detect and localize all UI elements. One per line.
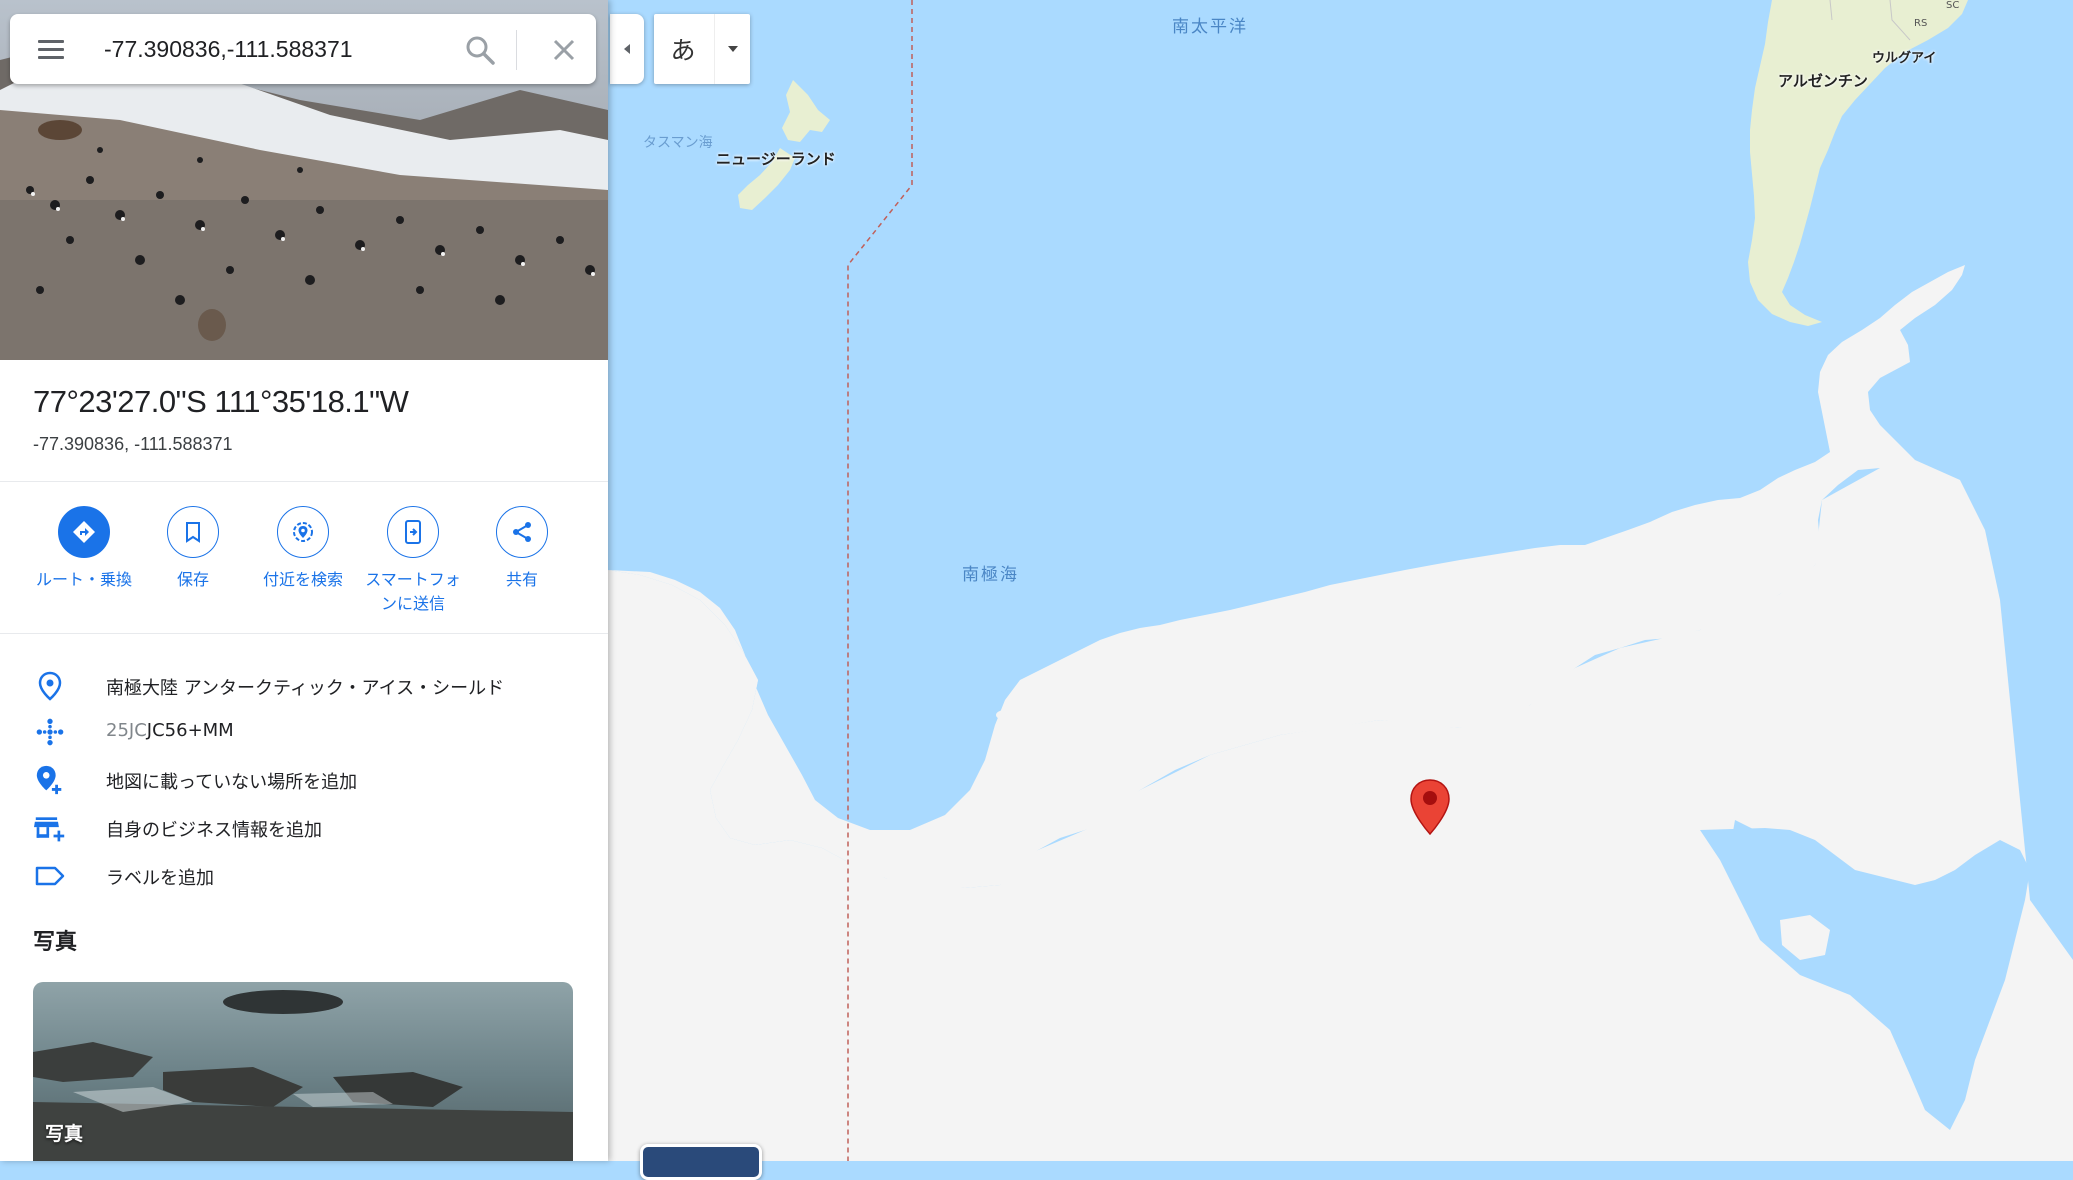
directions-icon bbox=[73, 521, 95, 543]
divider bbox=[0, 481, 608, 482]
search-divider bbox=[516, 30, 517, 70]
label-rs: RS bbox=[1914, 18, 1928, 29]
pluscode-text: JC56+MM bbox=[146, 720, 234, 741]
caret-down-icon bbox=[728, 46, 738, 52]
label-sc: SC bbox=[1946, 0, 1960, 11]
add-business-icon bbox=[34, 817, 65, 842]
label-uruguay: ウルグアイ bbox=[1872, 51, 1937, 66]
share-label: 共有 bbox=[505, 570, 538, 589]
label-argentina: アルゼンチン bbox=[1778, 72, 1868, 90]
share-icon bbox=[513, 522, 531, 542]
pluscode-prefix: 25JC bbox=[106, 720, 147, 741]
photo-image bbox=[33, 982, 573, 1161]
place-panel: 77°23'27.0"S 111°35'18.1"W -77.390836, -… bbox=[0, 0, 608, 1161]
location-marker-icon[interactable] bbox=[1408, 778, 1452, 836]
add-missing-place-row[interactable]: 地図に載っていない場所を追加 bbox=[0, 756, 608, 800]
share-button[interactable]: 共有 bbox=[467, 506, 577, 592]
input-tools: あ bbox=[654, 14, 750, 84]
save-button[interactable]: 保存 bbox=[138, 506, 248, 592]
directions-button[interactable]: ルート・乗換 bbox=[29, 506, 139, 592]
add-place-text: 地図に載っていない場所を追加 bbox=[106, 772, 358, 793]
photo-caption: 写真 bbox=[45, 1123, 84, 1145]
divider bbox=[0, 633, 608, 634]
send-to-phone-button[interactable]: スマートフォンに送信 bbox=[358, 506, 468, 616]
send-to-phone-label: スマートフォンに送信 bbox=[365, 570, 461, 613]
save-label: 保存 bbox=[176, 570, 209, 589]
label-new-zealand: ニュージーランド bbox=[716, 150, 836, 168]
photos-heading: 写真 bbox=[33, 930, 78, 955]
add-location-icon bbox=[36, 765, 62, 795]
clear-search-button[interactable] bbox=[546, 32, 586, 68]
collapse-panel-button[interactable] bbox=[610, 14, 644, 84]
address-row[interactable]: 南極大陸 アンタークティック・アイス・シールド bbox=[0, 662, 608, 706]
search-input[interactable] bbox=[104, 30, 444, 68]
input-tool-button[interactable]: あ bbox=[654, 14, 712, 84]
add-label-row[interactable]: ラベルを追加 bbox=[0, 852, 608, 896]
pluscode-row[interactable]: 25JCJC56+MM bbox=[0, 708, 608, 752]
nearby-label: 付近を検索 bbox=[262, 570, 343, 589]
search-icon bbox=[466, 36, 495, 65]
search-button[interactable] bbox=[462, 32, 502, 68]
address-text: 南極大陸 アンタークティック・アイス・シールド bbox=[106, 678, 505, 699]
nearby-button[interactable]: 付近を検索 bbox=[248, 506, 358, 592]
add-business-text: 自身のビジネス情報を追加 bbox=[106, 820, 322, 841]
plus-code-icon bbox=[36, 718, 64, 746]
bookmark-icon bbox=[186, 522, 200, 543]
place-title: 77°23'27.0"S 111°35'18.1"W bbox=[33, 384, 409, 419]
input-tool-dropdown[interactable] bbox=[714, 14, 751, 84]
menu-icon bbox=[38, 40, 64, 43]
close-icon bbox=[553, 39, 575, 61]
nearby-icon bbox=[293, 522, 313, 542]
photo-card[interactable]: 写真 bbox=[33, 982, 573, 1161]
place-coordinates: -77.390836, -111.588371 bbox=[33, 434, 233, 454]
layers-toggle[interactable] bbox=[640, 1144, 762, 1180]
directions-label: ルート・乗換 bbox=[35, 570, 132, 589]
send-to-phone-icon bbox=[405, 520, 421, 544]
search-box bbox=[10, 14, 596, 84]
label-tag-icon bbox=[35, 866, 65, 886]
label-southern-ocean: 南極海 bbox=[962, 565, 1019, 585]
location-pin-icon bbox=[38, 671, 62, 701]
menu-button[interactable] bbox=[32, 36, 70, 64]
label-tasman-sea: タスマン海 bbox=[643, 135, 713, 151]
caret-left-icon bbox=[624, 44, 630, 54]
add-business-row[interactable]: 自身のビジネス情報を追加 bbox=[0, 804, 608, 848]
label-south-pacific: 南太平洋 bbox=[1172, 17, 1248, 37]
add-label-text: ラベルを追加 bbox=[106, 868, 214, 889]
